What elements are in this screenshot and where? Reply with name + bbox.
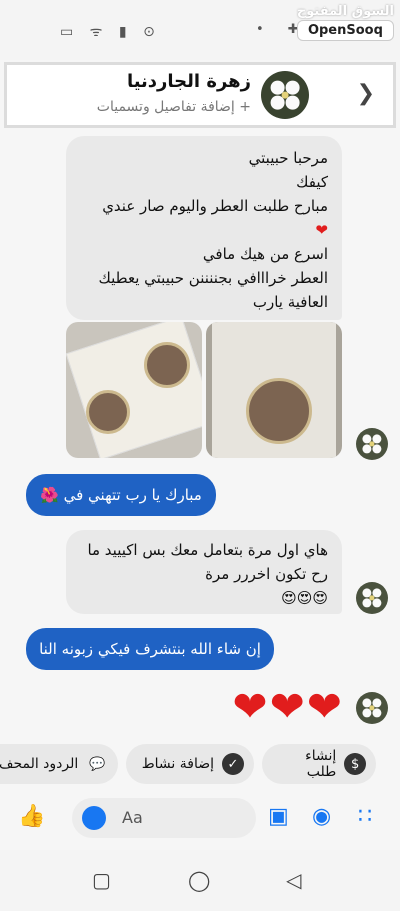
quick-reply-label: إنشاء طلب: [305, 748, 337, 780]
contact-avatar-small: [356, 428, 388, 460]
home-icon[interactable]: ◯: [188, 868, 210, 892]
status-left-icons: ▭ ᯤ ▮ ⊙: [60, 24, 161, 40]
message-text: إن شاء الله بنتشرف فيكي زبونه النا: [39, 640, 261, 658]
message-line: العافية يارب: [252, 293, 328, 311]
status-bar: ▭ ᯤ ▮ ⊙ • ✚ ▤ السوق المفتوح OpenSooq: [0, 0, 400, 60]
contact-avatar-small: [356, 582, 388, 614]
emoji-icon[interactable]: [82, 806, 106, 830]
create-order-button[interactable]: $ إنشاء طلب: [262, 744, 376, 784]
message-input[interactable]: Aa: [72, 798, 256, 838]
heart-emoji: ❤: [315, 221, 328, 239]
saved-replies-button[interactable]: 💬 الردود المحف: [0, 744, 118, 784]
message-line: كيفك: [296, 173, 328, 191]
opensooq-watermark: السوق المفتوح OpenSooq: [296, 4, 394, 41]
gallery-icon[interactable]: ▣: [268, 804, 289, 829]
outgoing-message-1[interactable]: مبارك يا رب تتهني في 🌺: [26, 474, 216, 516]
incoming-message-2[interactable]: هاي اول مرة بتعامل معك بس اكيييد ما رح ت…: [66, 530, 342, 614]
flower-icon: [270, 80, 300, 110]
chat-bubbles-icon: 💬: [89, 756, 106, 772]
contact-avatar-small: [356, 692, 388, 724]
chevron-left-icon[interactable]: ❯: [357, 81, 375, 106]
recent-apps-icon[interactable]: ▢: [92, 868, 111, 892]
emoji-line: 😍😍😍: [281, 589, 328, 607]
message-text: مبارك يا رب تتهني في 🌺: [40, 486, 202, 504]
message-line: العطر خرااافي بجننننن حبيبتي يعطيك: [98, 269, 329, 287]
more-apps-icon[interactable]: ∷: [358, 804, 372, 829]
message-line: هاي اول مرة بتعامل معك بس اكيييد ما: [87, 541, 328, 559]
watermark-arabic: السوق المفتوح: [296, 4, 394, 19]
message-line: مرحبا حبيبتي: [248, 149, 328, 167]
add-details-link[interactable]: + إضافة تفاصيل وتسميات: [97, 99, 251, 115]
conversation-header: ❯ زهرة الجاردنيا + إضافة تفاصيل وتسميات: [4, 62, 396, 128]
camera-icon[interactable]: ◉: [312, 804, 331, 829]
quick-reply-label: إضافة نشاط: [141, 756, 214, 772]
watermark-brand: OpenSooq: [296, 20, 394, 41]
photo-attachment-1[interactable]: [66, 322, 202, 458]
hearts-message[interactable]: ❤❤❤: [232, 682, 344, 731]
quick-reply-label: الردود المحف: [0, 756, 79, 772]
thumbs-up-icon[interactable]: 👍: [18, 804, 45, 829]
add-activity-button[interactable]: ✓ إضافة نشاط: [126, 744, 254, 784]
incoming-message-1[interactable]: مرحبا حبيبتي كيفك مبارح طلبت العطر واليو…: [66, 136, 342, 320]
back-icon[interactable]: ◁: [286, 868, 301, 892]
contact-name[interactable]: زهرة الجاردنيا: [127, 71, 251, 92]
message-line: مبارح طلبت العطر واليوم صار عندي: [102, 197, 328, 215]
input-placeholder: Aa: [122, 808, 143, 827]
system-nav-bar: ▢ ◯ ◁: [0, 850, 400, 911]
check-icon: ✓: [222, 753, 244, 775]
outgoing-message-2[interactable]: إن شاء الله بنتشرف فيكي زبونه النا: [26, 628, 274, 670]
contact-avatar[interactable]: [261, 71, 309, 119]
message-line: رح تكون اخررر مرة: [205, 565, 328, 583]
message-line: اسرع من هيك مافي: [202, 245, 328, 263]
message-composer: 👍 Aa ▣ ◉ ∷: [0, 790, 400, 846]
photo-attachment-2[interactable]: [206, 322, 342, 458]
dollar-icon: $: [344, 753, 366, 775]
